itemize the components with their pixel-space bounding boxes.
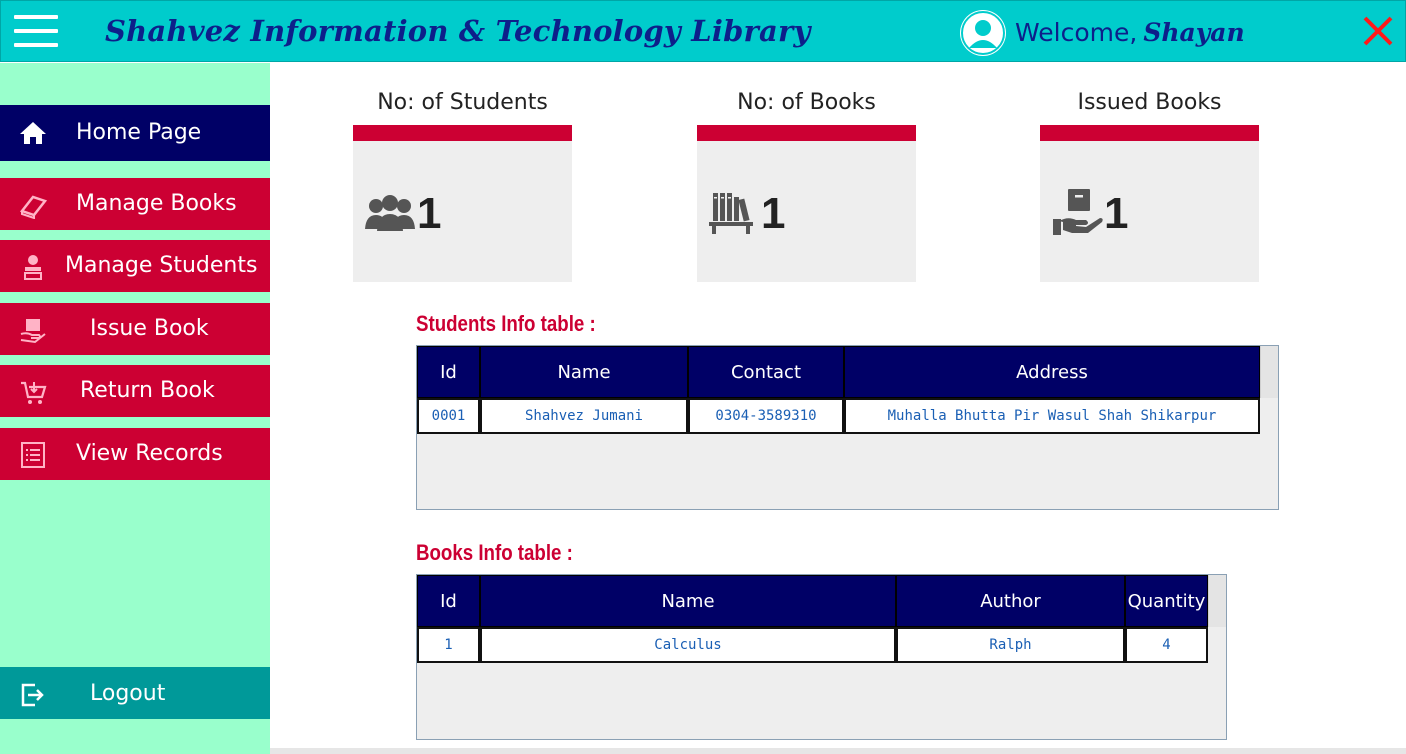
sidebar-item-label: Return Book xyxy=(80,378,215,403)
sidebar-item-label: Manage Books xyxy=(76,191,237,216)
column-header-quantity[interactable]: Quantity xyxy=(1125,575,1208,627)
table-row[interactable]: 0001 Shahvez Jumani 0304-3589310 Muhalla… xyxy=(417,398,1260,434)
table-cell-id[interactable]: 0001 xyxy=(417,398,480,434)
hand-box-icon xyxy=(1050,189,1104,239)
app-header: Shahvez Information & Technology Library… xyxy=(0,0,1406,62)
column-header-contact[interactable]: Contact xyxy=(688,346,844,398)
username: Shayan xyxy=(1143,18,1245,47)
logout-icon xyxy=(20,682,46,708)
stat-title-issued: Issued Books xyxy=(1077,90,1222,115)
table-cell-quantity[interactable]: 4 xyxy=(1125,627,1208,663)
welcome-text: Welcome, Shayan xyxy=(1015,18,1245,47)
close-icon[interactable] xyxy=(1359,12,1397,50)
books-table-header: Id Name Author Quantity xyxy=(417,575,1208,627)
table-cell-author[interactable]: Ralph xyxy=(896,627,1125,663)
table-cell-address[interactable]: Muhalla Bhutta Pir Wasul Shah Shikarpur xyxy=(844,398,1260,434)
issue-book-icon xyxy=(19,316,47,344)
user-avatar-icon xyxy=(960,10,1006,56)
sidebar-item-label: Manage Students xyxy=(65,253,258,278)
books-table[interactable]: Id Name Author Quantity 1 Calculus Ralph… xyxy=(416,574,1227,740)
table-cell-id[interactable]: 1 xyxy=(417,627,480,663)
stat-card-issued: 1 xyxy=(1040,125,1259,282)
books-count: 1 xyxy=(761,189,786,238)
stat-card-students: 1 xyxy=(353,125,572,282)
books-table-title: Books Info table : xyxy=(416,540,573,565)
return-cart-icon xyxy=(19,378,47,406)
sidebar: Home Page Manage Books Manage Students I… xyxy=(0,63,270,754)
table-cell-name[interactable]: Shahvez Jumani xyxy=(480,398,688,434)
sidebar-item-issue-book[interactable]: Issue Book xyxy=(0,303,270,355)
issued-count: 1 xyxy=(1104,189,1129,238)
stat-title-books: No: of Books xyxy=(737,90,876,115)
list-icon xyxy=(19,441,47,469)
bottom-divider xyxy=(270,748,1406,754)
sidebar-item-manage-students[interactable]: Manage Students xyxy=(0,240,270,292)
stat-title-students: No: of Students xyxy=(377,90,548,115)
welcome-label: Welcome, xyxy=(1015,18,1138,47)
students-table[interactable]: Id Name Contact Address 0001 Shahvez Jum… xyxy=(416,345,1279,510)
table-cell-contact[interactable]: 0304-3589310 xyxy=(688,398,844,434)
students-count: 1 xyxy=(417,189,442,238)
sidebar-item-home[interactable]: Home Page xyxy=(0,105,270,161)
home-icon xyxy=(19,119,47,147)
books-table-scrollbar[interactable] xyxy=(1208,575,1226,627)
column-header-address[interactable]: Address xyxy=(844,346,1260,398)
logout-label: Logout xyxy=(90,681,166,706)
column-header-author[interactable]: Author xyxy=(896,575,1125,627)
bookshelf-icon xyxy=(707,189,761,239)
book-icon xyxy=(19,191,48,220)
sidebar-item-view-records[interactable]: View Records xyxy=(0,428,270,480)
logout-button[interactable]: Logout xyxy=(0,667,270,719)
column-header-name[interactable]: Name xyxy=(480,346,688,398)
users-icon xyxy=(363,189,417,239)
table-cell-name[interactable]: Calculus xyxy=(480,627,896,663)
column-header-name[interactable]: Name xyxy=(480,575,896,627)
hamburger-menu-icon[interactable] xyxy=(14,15,58,47)
column-header-id[interactable]: Id xyxy=(417,346,480,398)
sidebar-item-label: Home Page xyxy=(76,120,202,145)
sidebar-item-return-book[interactable]: Return Book xyxy=(0,365,270,417)
students-table-scrollbar[interactable] xyxy=(1260,346,1278,398)
sidebar-item-label: View Records xyxy=(76,441,223,466)
student-icon xyxy=(19,253,47,281)
sidebar-item-label: Issue Book xyxy=(90,316,209,341)
sidebar-item-manage-books[interactable]: Manage Books xyxy=(0,178,270,230)
table-row[interactable]: 1 Calculus Ralph 4 xyxy=(417,627,1208,663)
column-header-id[interactable]: Id xyxy=(417,575,480,627)
students-table-title: Students Info table : xyxy=(416,311,596,336)
app-title: Shahvez Information & Technology Library xyxy=(105,14,811,48)
students-table-header: Id Name Contact Address xyxy=(417,346,1260,398)
stat-card-books: 1 xyxy=(697,125,916,282)
